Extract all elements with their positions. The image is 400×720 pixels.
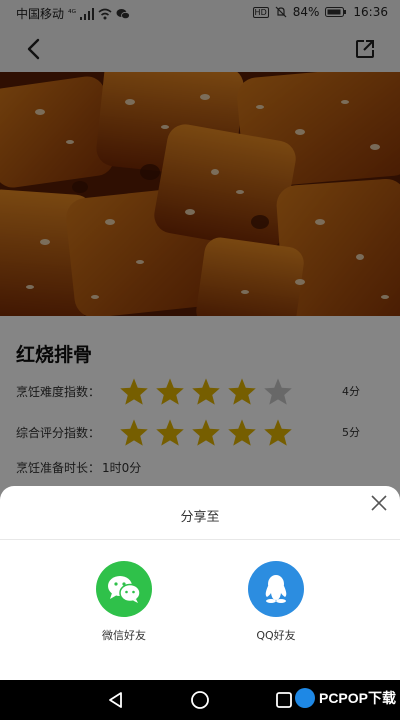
divider — [0, 539, 400, 540]
qq-button[interactable] — [248, 561, 304, 617]
system-home-button[interactable] — [189, 689, 211, 711]
square-recents-icon — [276, 692, 292, 708]
close-icon — [371, 495, 387, 511]
close-button[interactable] — [366, 490, 392, 516]
qq-icon — [265, 575, 287, 603]
share-sheet: 分享至 微信好友 QQ好友 — [0, 486, 400, 680]
share-qq-label: QQ好友 — [256, 629, 296, 642]
system-recents-button[interactable] — [273, 689, 295, 711]
circle-home-icon — [191, 691, 209, 709]
system-nav-bar: PCPOP下载 — [0, 680, 400, 720]
share-qq-option[interactable]: QQ好友 — [231, 561, 321, 643]
share-wechat-label: 微信好友 — [102, 629, 146, 642]
triangle-back-icon — [109, 692, 122, 708]
watermark-text: PCPOP下载 — [318, 690, 396, 706]
system-back-button[interactable] — [104, 689, 126, 711]
pcpop-logo-icon — [294, 688, 315, 708]
watermark: PCPOP下载 — [294, 688, 396, 708]
wechat-icon — [108, 576, 141, 603]
share-sheet-title: 分享至 — [180, 510, 220, 525]
wechat-button[interactable] — [96, 561, 152, 617]
share-wechat-option[interactable]: 微信好友 — [79, 561, 169, 643]
